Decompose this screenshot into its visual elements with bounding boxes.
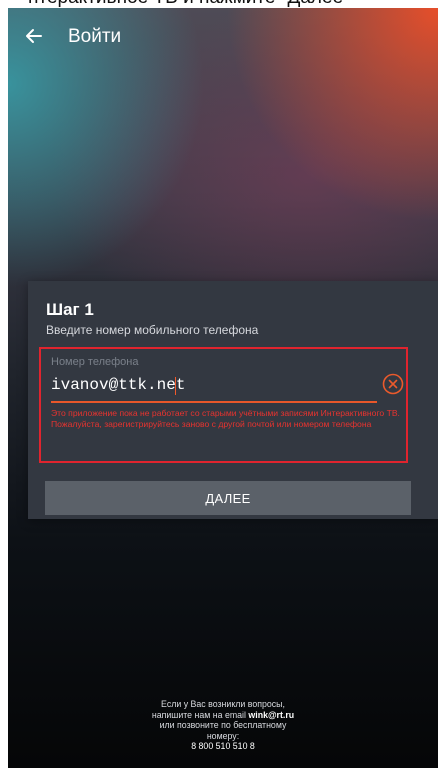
clear-input-button[interactable] — [382, 373, 404, 395]
footer-line-1: Если у Вас возникли вопросы, — [161, 699, 285, 709]
step-subtitle: Введите номер мобильного телефона — [46, 323, 259, 337]
top-bar: Войти — [8, 8, 438, 64]
support-email-link[interactable]: wink@rt.ru — [248, 710, 294, 720]
footer-line-4: номеру: — [206, 730, 240, 741]
app-screen: Войти Шаг 1 Введите номер мобильного тел… — [8, 8, 438, 768]
footer-line-3: или позвоните по бесплатному — [159, 720, 287, 730]
text-caret — [175, 377, 176, 395]
field-error-message: Это приложение пока не работает со стары… — [51, 408, 400, 429]
support-footer: Если у Вас возникли вопросы, напишите на… — [8, 699, 438, 752]
step-title: Шаг 1 — [46, 300, 94, 319]
support-phone-link[interactable]: 8 800 510 510 8 — [8, 741, 438, 752]
phone-input[interactable] — [51, 374, 381, 396]
footer-line-2: напишите нам на email wink@rt.ru — [8, 710, 438, 721]
phone-field-group: Номер телефона Это приложение пока не ра… — [39, 347, 408, 463]
login-card: Шаг 1 Введите номер мобильного телефона … — [28, 281, 438, 519]
back-button[interactable] — [18, 20, 50, 52]
phone-field-label: Номер телефона — [51, 356, 139, 368]
field-underline — [51, 401, 377, 403]
arrow-left-icon — [26, 29, 42, 43]
footer-line-2-prefix: напишите нам на email — [151, 709, 249, 720]
page-title: Войти — [68, 26, 122, 47]
next-button[interactable]: ДАЛЕЕ — [45, 481, 411, 515]
caption-text: нтерактивное ТВ и нажмите "Далее" — [28, 0, 350, 8]
caption-strip: нтерактивное ТВ и нажмите "Далее" — [0, 0, 446, 8]
clear-circle-icon — [382, 373, 404, 395]
